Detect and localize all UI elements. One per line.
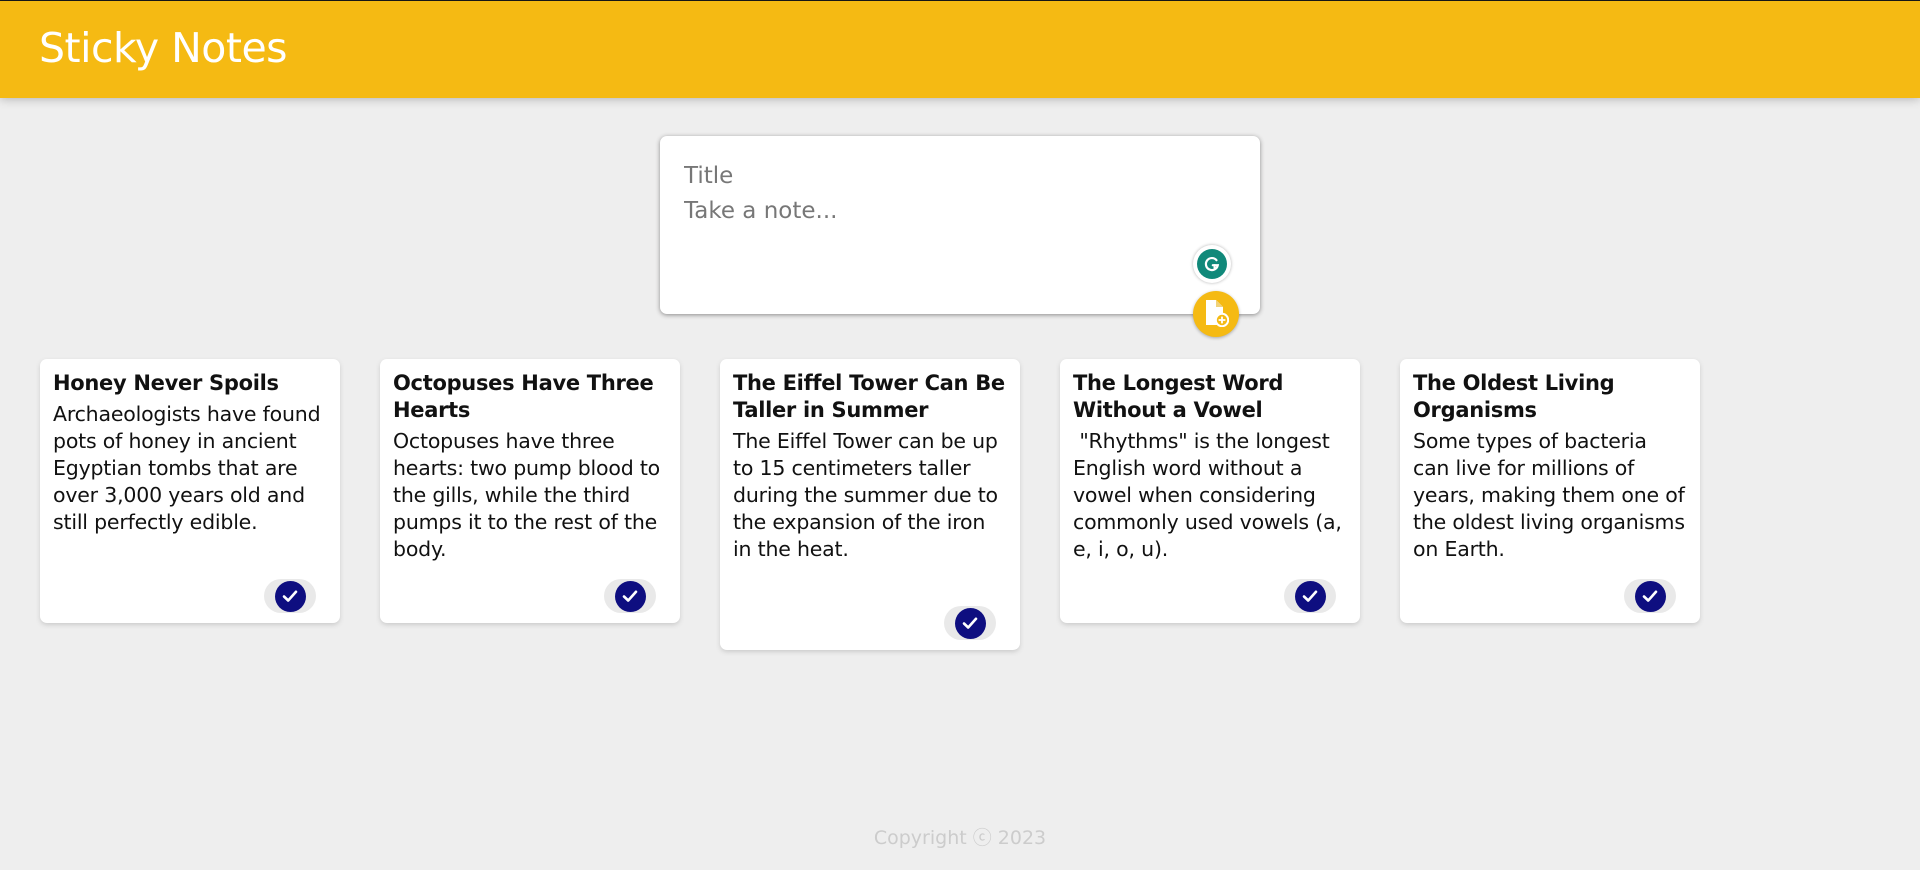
check-icon bbox=[1634, 580, 1666, 612]
mark-done-button[interactable] bbox=[1284, 579, 1336, 613]
note-title: The Oldest Living Organisms bbox=[1413, 371, 1615, 422]
note-content: Archaeologists have found pots of honey … bbox=[53, 402, 327, 534]
note-card: The Longest Word Without a Vowel "Rhythm… bbox=[1060, 359, 1360, 623]
page-footer: Copyright ⓒ 2023 bbox=[0, 823, 1920, 850]
app-header: Sticky Notes bbox=[0, 1, 1920, 98]
note-title: Honey Never Spoils bbox=[53, 371, 279, 395]
add-note-button[interactable] bbox=[1193, 291, 1239, 337]
note-content: Some types of bacteria can live for mill… bbox=[1413, 429, 1692, 561]
copyright-text: Copyright ⓒ 2023 bbox=[873, 827, 1047, 849]
note-title: The Eiffel Tower Can Be Taller in Summer bbox=[733, 371, 1005, 422]
note-content-input[interactable] bbox=[684, 198, 1224, 258]
mark-done-button[interactable] bbox=[264, 579, 316, 613]
note-card: Honey Never Spoils Archaeologists have f… bbox=[40, 359, 340, 623]
note-title: Octopuses Have Three Hearts bbox=[393, 371, 654, 422]
note-card: The Eiffel Tower Can Be Taller in Summer… bbox=[720, 359, 1020, 650]
note-add-icon bbox=[1203, 299, 1230, 330]
note-content: "Rhythms" is the longest English word wi… bbox=[1073, 429, 1348, 561]
grammarly-icon[interactable] bbox=[1193, 245, 1231, 283]
mark-done-button[interactable] bbox=[944, 606, 996, 640]
mark-done-button[interactable] bbox=[1624, 579, 1676, 613]
create-note-form bbox=[660, 136, 1260, 337]
mark-done-button[interactable] bbox=[604, 579, 656, 613]
app-title: Sticky Notes bbox=[39, 24, 288, 72]
check-icon bbox=[1294, 580, 1326, 612]
check-icon bbox=[614, 580, 646, 612]
note-title: The Longest Word Without a Vowel bbox=[1073, 371, 1284, 422]
note-card: The Oldest Living Organisms Some types o… bbox=[1400, 359, 1700, 623]
note-content: Octopuses have three hearts: two pump bl… bbox=[393, 429, 667, 561]
check-icon bbox=[274, 580, 306, 612]
note-content: The Eiffel Tower can be up to 15 centime… bbox=[733, 429, 1005, 561]
note-title-input[interactable] bbox=[684, 158, 1224, 194]
check-icon bbox=[954, 607, 986, 639]
note-card: Octopuses Have Three Hearts Octopuses ha… bbox=[380, 359, 680, 623]
